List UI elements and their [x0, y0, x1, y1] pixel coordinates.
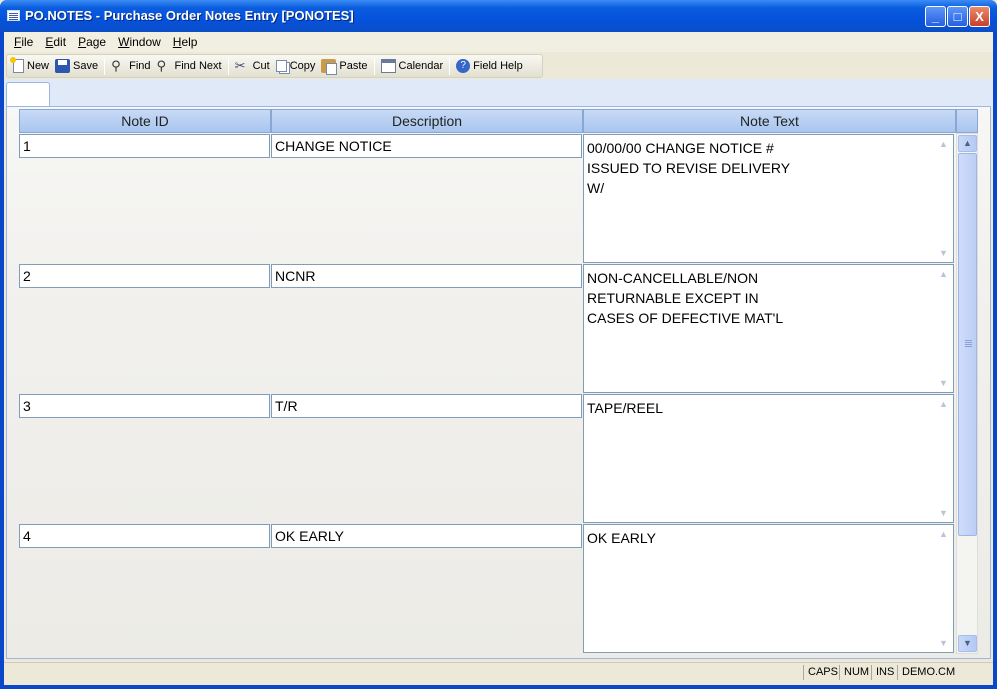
menu-bar: File Edit Page Window Help — [4, 32, 993, 52]
description-field[interactable]: NCNR — [271, 264, 582, 288]
menu-file[interactable]: File — [8, 35, 39, 49]
copy-button[interactable]: Copy — [273, 60, 319, 72]
description-field[interactable]: OK EARLY — [271, 524, 582, 548]
note-text-area[interactable]: 00/00/00 CHANGE NOTICE # ISSUED TO REVIS… — [583, 134, 954, 263]
menu-mnemonic: P — [78, 35, 87, 49]
menu-edit[interactable]: Edit — [39, 35, 72, 49]
column-header-corner — [956, 109, 978, 133]
scroll-up-icon[interactable]: ▲ — [936, 397, 951, 411]
column-header-description[interactable]: Description — [271, 109, 583, 133]
description-field[interactable]: T/R — [271, 394, 582, 418]
field-help-button[interactable]: ? Field Help — [453, 59, 526, 73]
calendar-label: Calendar — [398, 60, 444, 72]
toolbar-separator — [227, 57, 229, 75]
menu-label-rest: dit — [53, 35, 67, 49]
maximize-button[interactable]: □ — [947, 6, 968, 27]
note-text-scrollbar[interactable]: ▲ ▼ — [936, 137, 951, 260]
toolbar-separator — [449, 57, 451, 75]
note-text-scrollbar[interactable]: ▲ ▼ — [936, 527, 951, 650]
scroll-grip — [965, 340, 972, 341]
scroll-down-icon[interactable]: ▼ — [936, 376, 951, 390]
find-next-button[interactable]: ⚲ Find Next — [154, 59, 225, 73]
menu-window[interactable]: Window — [112, 35, 167, 49]
paste-button[interactable]: Paste — [318, 59, 370, 75]
copy-icon — [275, 60, 287, 72]
menu-label-rest: age — [86, 35, 107, 49]
status-account: DEMO.CM — [897, 665, 959, 680]
paste-label: Paste — [339, 60, 368, 72]
scroll-down-icon[interactable]: ▼ — [936, 636, 951, 650]
menu-label-rest: indow — [129, 35, 161, 49]
scroll-up-button[interactable]: ▲ — [958, 135, 977, 152]
menu-help[interactable]: Help — [167, 35, 204, 49]
cut-button[interactable]: ✂ Cut — [232, 59, 273, 73]
note-text-area[interactable]: TAPE/REEL ▲ ▼ — [583, 394, 954, 523]
scroll-thumb[interactable] — [958, 153, 977, 536]
field-help-label: Field Help — [473, 60, 523, 72]
binoculars-next-icon: ⚲ — [156, 58, 167, 73]
minimize-button[interactable]: _ — [925, 6, 946, 27]
scroll-down-icon[interactable]: ▼ — [936, 246, 951, 260]
description-field[interactable]: CHANGE NOTICE — [271, 134, 582, 158]
new-document-icon — [10, 57, 24, 73]
title-bar[interactable]: PO.NOTES - Purchase Order Notes Entry [P… — [0, 0, 997, 32]
calendar-button[interactable]: Calendar — [378, 59, 447, 73]
status-num: NUM — [839, 665, 873, 680]
note-id-field[interactable]: 2 — [19, 264, 270, 288]
save-button[interactable]: Save — [52, 59, 101, 73]
grid-vertical-scrollbar[interactable]: ▲ ▼ — [956, 133, 978, 654]
find-label: Find — [129, 60, 151, 72]
column-header-note-id[interactable]: Note ID — [19, 109, 271, 133]
scroll-up-icon[interactable]: ▲ — [936, 137, 951, 151]
scissors-icon: ✂ — [234, 58, 246, 73]
page-tab-strip — [4, 79, 993, 108]
scroll-down-icon[interactable]: ▼ — [936, 506, 951, 520]
floppy-disk-icon — [55, 59, 71, 73]
note-id-field[interactable]: 1 — [19, 134, 270, 158]
scroll-up-icon[interactable]: ▲ — [936, 267, 951, 281]
column-header-note-text[interactable]: Note Text — [583, 109, 956, 133]
note-text-scrollbar[interactable]: ▲ ▼ — [936, 397, 951, 520]
close-button[interactable]: X — [969, 6, 990, 27]
note-text-content: NON-CANCELLABLE/NON RETURNABLE EXCEPT IN… — [587, 270, 784, 326]
cut-label: Cut — [252, 60, 270, 72]
note-text-content: OK EARLY — [587, 530, 656, 546]
note-text-area[interactable]: OK EARLY ▲ ▼ — [583, 524, 954, 653]
calendar-icon — [380, 59, 396, 73]
binoculars-icon: ⚲ — [111, 58, 121, 73]
save-label: Save — [73, 60, 99, 72]
status-bar: CAPS NUM INS DEMO.CM — [4, 662, 993, 681]
note-id-field[interactable]: 3 — [19, 394, 270, 418]
notes-grid-panel: Note ID Description Note Text 1 CHANGE NO… — [6, 106, 991, 659]
toolbar-separator — [104, 57, 106, 75]
new-button[interactable]: New — [10, 57, 52, 73]
menu-label-rest: ile — [21, 35, 34, 49]
window-title: PO.NOTES - Purchase Order Notes Entry [P… — [25, 8, 354, 23]
find-button[interactable]: ⚲ Find — [108, 59, 153, 73]
help-icon: ? — [456, 59, 471, 73]
client-area: File Edit Page Window Help New Save ⚲ Find ⚲ F… — [4, 32, 993, 685]
app-window: PO.NOTES - Purchase Order Notes Entry [P… — [0, 0, 997, 689]
status-ins: INS — [871, 665, 898, 680]
scroll-up-icon[interactable]: ▲ — [936, 527, 951, 541]
note-text-scrollbar[interactable]: ▲ ▼ — [936, 267, 951, 390]
tab-page-1[interactable] — [6, 82, 50, 108]
note-text-content: 00/00/00 CHANGE NOTICE # ISSUED TO REVIS… — [587, 140, 791, 196]
menu-label-rest: elp — [181, 35, 198, 49]
scroll-down-button[interactable]: ▼ — [958, 635, 977, 652]
clipboard-icon — [321, 59, 338, 75]
copy-label: Copy — [289, 60, 316, 72]
menu-mnemonic: W — [118, 35, 130, 49]
note-text-content: TAPE/REEL — [587, 400, 663, 416]
find-next-label: Find Next — [174, 60, 222, 72]
menu-page[interactable]: Page — [72, 35, 112, 49]
new-label: New — [27, 60, 50, 72]
note-id-field[interactable]: 4 — [19, 524, 270, 548]
toolbar: New Save ⚲ Find ⚲ Find Next ✂ Cut Copy Past… — [6, 54, 543, 78]
note-text-area[interactable]: NON-CANCELLABLE/NON RETURNABLE EXCEPT IN… — [583, 264, 954, 393]
status-caps: CAPS — [803, 665, 842, 680]
app-icon[interactable] — [7, 10, 20, 21]
toolbar-separator — [373, 57, 375, 75]
